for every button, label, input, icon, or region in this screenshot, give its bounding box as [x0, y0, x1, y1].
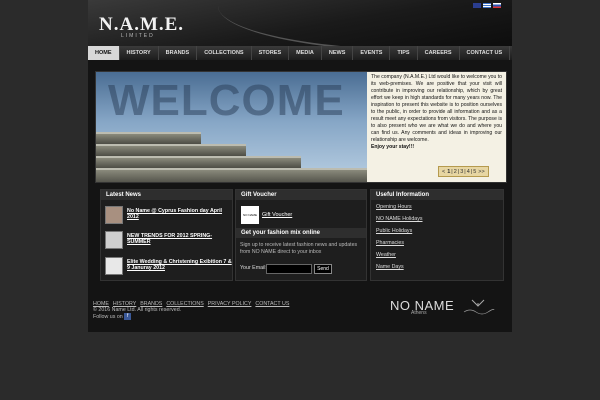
footer-link-contact-us[interactable]: CONTACT US — [255, 301, 289, 307]
site-logo-sub: LIMITED — [121, 33, 155, 39]
link-holidays[interactable]: NO NAME Holidays — [376, 216, 498, 222]
language-flags — [473, 3, 501, 8]
useful-info-list: Opening Hours NO NAME Holidays Public Ho… — [371, 200, 503, 270]
pager-next[interactable]: >> — [477, 169, 485, 175]
nav-news[interactable]: NEWS — [322, 46, 354, 60]
banner-image: WELCOME — [96, 72, 367, 182]
gift-voucher-image[interactable]: NO NAME — [241, 206, 259, 224]
news-link[interactable]: NEW TRENDS FOR 2012 SPRING-SUMMER — [127, 233, 233, 245]
news-thumbnail[interactable] — [105, 231, 123, 249]
follow-text: Follow us on — [93, 313, 123, 320]
fashion-mix-title: Get your fashion mix online — [236, 228, 366, 238]
stair-step — [96, 132, 201, 144]
news-item[interactable]: Elite Wedding & Christening Exibition 7 … — [105, 257, 233, 275]
follow-us: Follow us on f — [93, 313, 132, 320]
header: N.A.M.E. LIMITED — [88, 0, 512, 46]
stair-step — [96, 156, 301, 168]
nav-history[interactable]: HISTORY — [120, 46, 159, 60]
useful-info-title: Useful Information — [371, 190, 503, 200]
gift-voucher-link[interactable]: Gift Voucher — [262, 212, 292, 218]
main-nav: HOME HISTORY BRANDS COLLECTIONS STORES M… — [88, 46, 512, 60]
gift-voucher-box: Gift Voucher NO NAME Gift Voucher Get yo… — [235, 189, 367, 281]
banner-pager: < 1 | 2 | 3 | 4 | 5 >> — [438, 166, 489, 177]
enjoy-text: Enjoy your stay!!! — [371, 144, 415, 150]
email-input[interactable] — [266, 264, 312, 274]
pager-page-4[interactable]: 4 — [466, 169, 471, 175]
latest-news-title: Latest News — [101, 190, 232, 200]
facebook-icon[interactable]: f — [124, 313, 132, 320]
news-link[interactable]: Elite Wedding & Christening Exibition 7 … — [127, 259, 233, 271]
email-label: Your Email: — [240, 265, 267, 271]
link-weather[interactable]: Weather — [376, 252, 498, 258]
nav-home[interactable]: HOME — [88, 46, 120, 60]
news-thumbnail[interactable] — [105, 257, 123, 275]
nav-media[interactable]: MEDIA — [289, 46, 322, 60]
link-name-days[interactable]: Name Days — [376, 264, 498, 270]
greek-flag-icon[interactable] — [483, 3, 491, 8]
gift-voucher-title: Gift Voucher — [236, 190, 366, 200]
fashion-mix-text: Sign up to receive latest fashion news a… — [240, 242, 358, 255]
footer: HOME HISTORY BRANDS COLLECTIONS PRIVACY … — [88, 292, 512, 332]
pager-page-3[interactable]: 3 — [459, 169, 464, 175]
latest-news-box: Latest News No Name @ Cyprus Fashion day… — [100, 189, 233, 281]
pager-page-2[interactable]: 2 — [453, 169, 458, 175]
footer-brand-sub: Athens — [411, 310, 427, 316]
news-thumbnail[interactable] — [105, 206, 123, 224]
welcome-paragraph: The company (N.A.M.E.) Ltd would like to… — [371, 74, 502, 143]
nav-collections[interactable]: COLLECTIONS — [197, 46, 252, 60]
news-item[interactable]: No Name @ Cyprus Fashion day April 2012 — [105, 206, 233, 224]
send-button[interactable]: Send — [314, 264, 332, 274]
news-link[interactable]: No Name @ Cyprus Fashion day April 2012 — [127, 208, 233, 220]
link-pharmacies[interactable]: Pharmacies — [376, 240, 498, 246]
footer-link-privacy-policy[interactable]: PRIVACY POLICY — [208, 301, 252, 307]
russian-flag-icon[interactable] — [493, 3, 501, 8]
news-item[interactable]: NEW TRENDS FOR 2012 SPRING-SUMMER — [105, 231, 233, 249]
link-opening-hours[interactable]: Opening Hours — [376, 204, 498, 210]
useful-info-box: Useful Information Opening Hours NO NAME… — [370, 189, 504, 281]
nav-contact-us[interactable]: CONTACT US — [460, 46, 511, 60]
pager-page-1[interactable]: 1 — [446, 169, 451, 175]
nav-tips[interactable]: TIPS — [390, 46, 418, 60]
english-flag-icon[interactable] — [473, 3, 481, 8]
banner-welcome-text: WELCOME — [108, 76, 345, 125]
nav-brands[interactable]: BRANDS — [159, 46, 198, 60]
header-swoosh — [218, 0, 512, 46]
stair-step — [96, 168, 367, 182]
page-container: N.A.M.E. LIMITED HOME HISTORY BRANDS COL… — [88, 0, 512, 332]
nav-stores[interactable]: STORES — [252, 46, 290, 60]
stair-step — [96, 144, 246, 156]
nav-careers[interactable]: CAREERS — [418, 46, 460, 60]
signature-logo-icon[interactable] — [458, 298, 498, 316]
link-public-holidays[interactable]: Public Holidays — [376, 228, 498, 234]
nav-events[interactable]: EVENTS — [353, 46, 391, 60]
